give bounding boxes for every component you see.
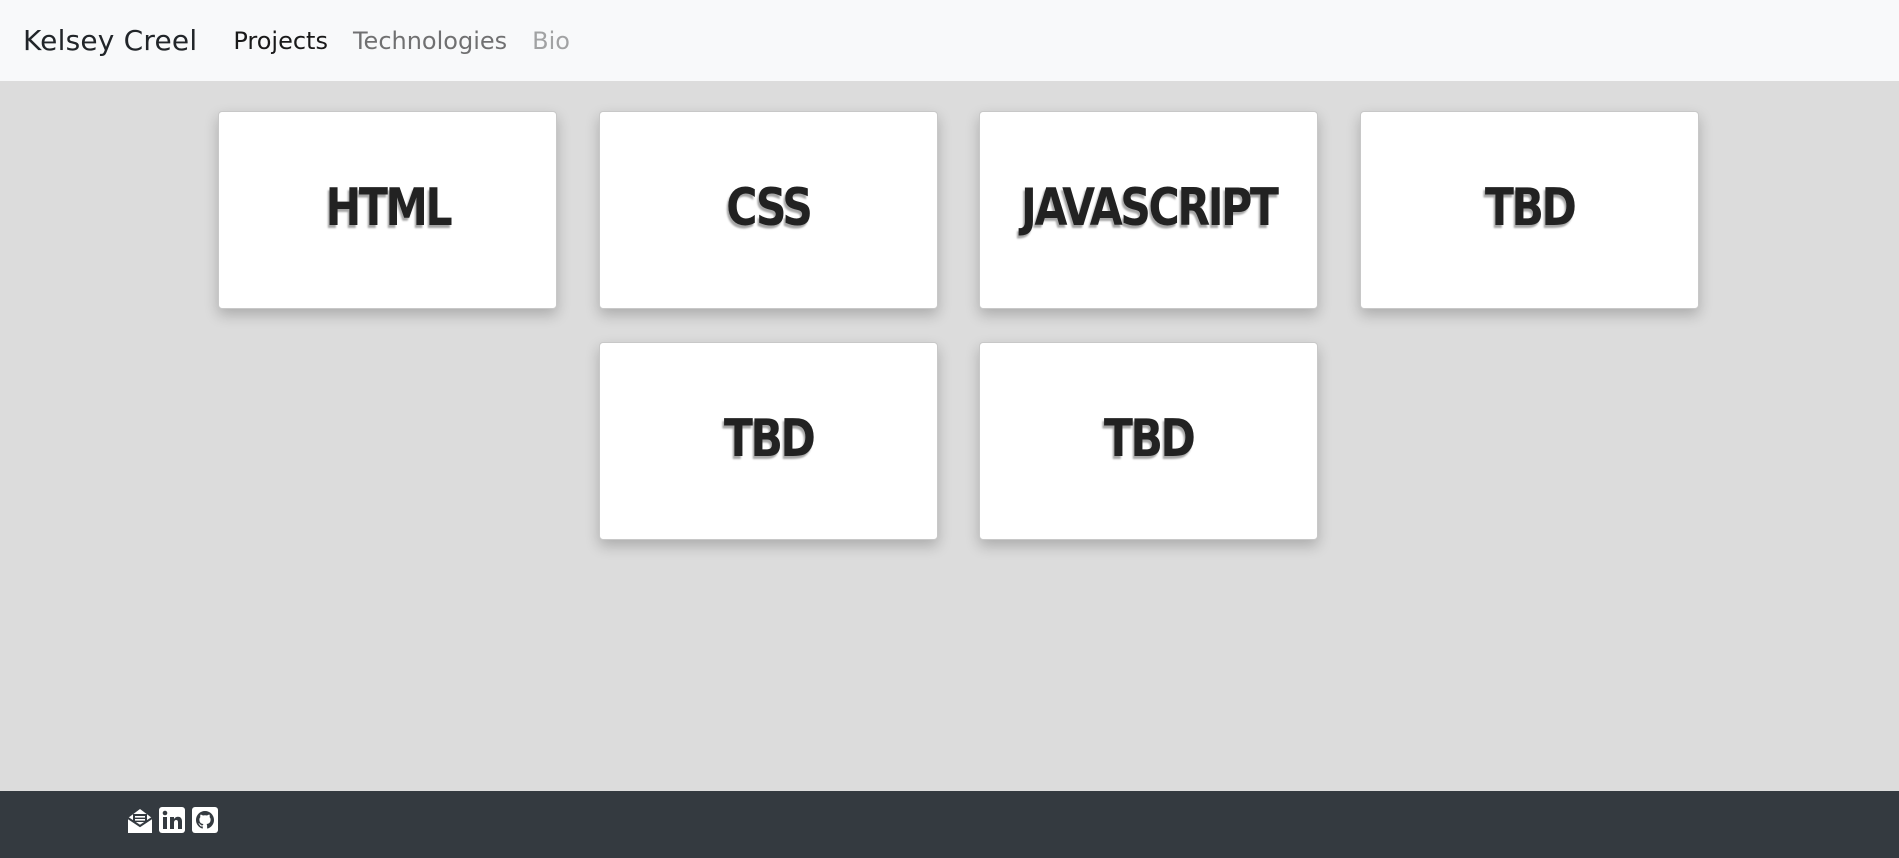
footer bbox=[0, 791, 1899, 858]
card-title: CSS bbox=[726, 178, 813, 238]
nav-link-projects[interactable]: Projects bbox=[233, 27, 328, 55]
nav-link-bio: Bio bbox=[532, 26, 570, 55]
card-javascript[interactable]: JAVASCRIPT bbox=[979, 111, 1318, 309]
github-icon[interactable] bbox=[191, 806, 219, 834]
card-title: TBD bbox=[1484, 178, 1577, 238]
card-html[interactable]: HTML bbox=[218, 111, 557, 309]
navbar: Kelsey Creel Projects Technologies Bio bbox=[0, 0, 1899, 81]
card-title: TBD bbox=[1103, 409, 1196, 469]
card-title: HTML bbox=[325, 178, 452, 238]
linkedin-icon[interactable] bbox=[158, 806, 186, 834]
social-links bbox=[125, 806, 219, 834]
card-tbd[interactable]: TBD bbox=[1360, 111, 1699, 309]
card-title: JAVASCRIPT bbox=[1020, 178, 1279, 238]
nav-link-technologies[interactable]: Technologies bbox=[353, 27, 507, 55]
brand-link[interactable]: Kelsey Creel bbox=[23, 24, 197, 57]
email-icon[interactable] bbox=[125, 806, 153, 834]
card-tbd[interactable]: TBD bbox=[599, 342, 938, 540]
card-title: TBD bbox=[723, 409, 816, 469]
card-tbd[interactable]: TBD bbox=[979, 342, 1318, 540]
card-css[interactable]: CSS bbox=[599, 111, 938, 309]
